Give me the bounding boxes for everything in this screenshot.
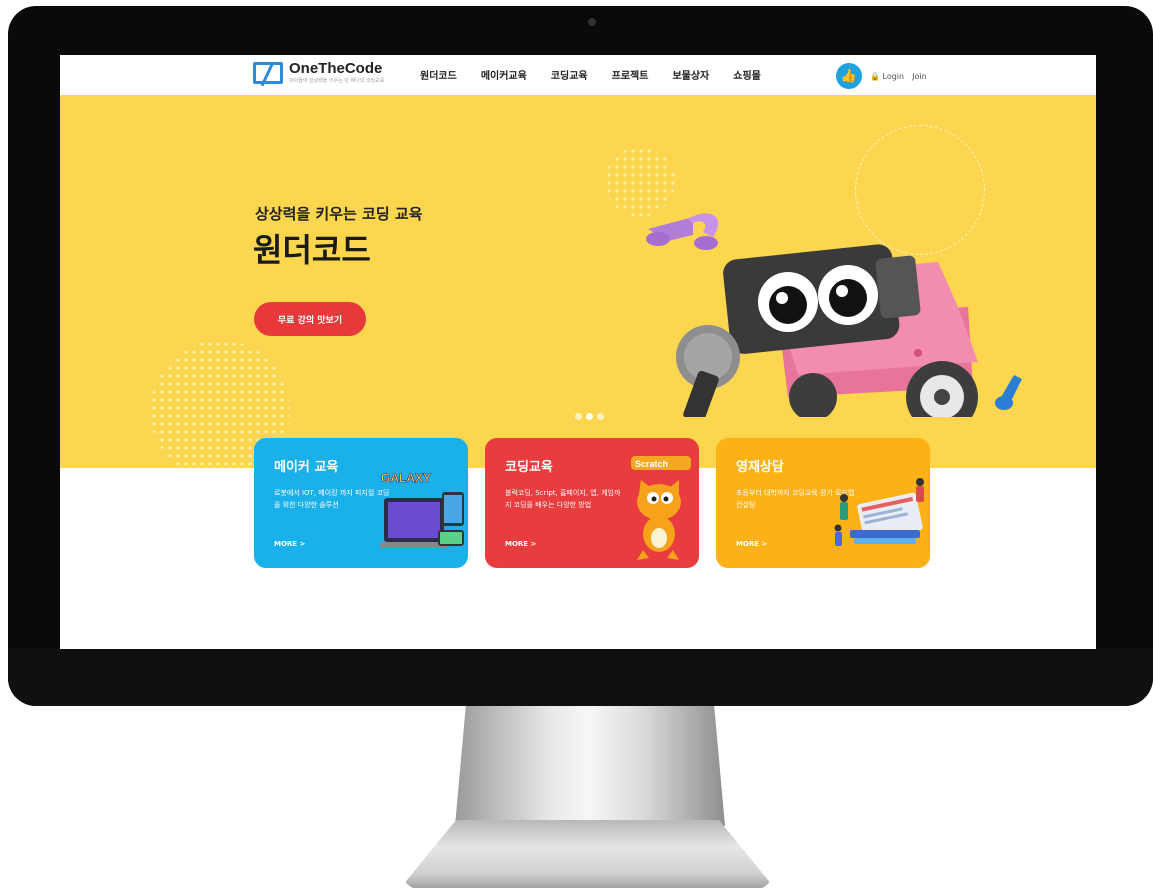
scratch-cat-illustration: Scratch xyxy=(631,456,691,560)
free-lecture-button[interactable]: 무료 강의 맛보기 xyxy=(254,302,366,336)
thumbs-up-icon[interactable]: 👍 xyxy=(836,63,862,89)
hero-banner: 상상력을 키우는 코딩 교육 원더코드 무료 강의 맛보기 xyxy=(60,95,1096,468)
slider-dot[interactable] xyxy=(597,413,604,420)
music-note-icon xyxy=(646,213,719,250)
logo-icon xyxy=(253,62,283,84)
slider-dot-active[interactable] xyxy=(586,413,593,420)
monitor-base xyxy=(405,820,770,888)
slider-dot[interactable] xyxy=(575,413,582,420)
camera-icon xyxy=(588,18,596,26)
robot-illustration xyxy=(646,213,978,417)
header-actions: 👍 🔒 Login Join xyxy=(836,63,927,89)
more-link[interactable]: MORE > xyxy=(274,540,305,548)
card-coding-education[interactable]: 코딩교육 블럭코딩, Script, 홈페이지, 앱, 게임까지 코딩을 배우는… xyxy=(485,438,699,568)
card-description: 블럭코딩, Script, 홈페이지, 앱, 게임까지 코딩을 배우는 다양한 … xyxy=(505,489,621,509)
nav-item-wondercode[interactable]: 원더코드 xyxy=(420,67,457,82)
nav-item-shop[interactable]: 쇼핑몰 xyxy=(733,67,761,82)
site-header: OneTheCode 아이들의 상상력을 키우는 단 하나의 코딩교육 원더코드… xyxy=(60,55,1096,95)
logo-text: OneTheCode xyxy=(289,60,383,77)
more-link[interactable]: MORE > xyxy=(505,540,536,548)
hero-title: 원더코드 xyxy=(253,231,371,269)
monitor-chin xyxy=(8,648,1153,706)
screen: OneTheCode 아이들의 상상력을 키우는 단 하나의 코딩교육 원더코드… xyxy=(60,55,1096,649)
hero-subtitle: 상상력을 키우는 코딩 교육 xyxy=(255,205,423,223)
monitor-stand xyxy=(455,706,725,826)
join-link[interactable]: Join xyxy=(912,72,927,81)
nav-item-treasure[interactable]: 보물상자 xyxy=(672,67,709,82)
login-label: Login xyxy=(882,71,905,81)
more-link[interactable]: MORE > xyxy=(736,540,767,548)
logo-subtitle: 아이들의 상상력을 키우는 단 하나의 코딩교육 xyxy=(289,78,385,84)
nav-item-project[interactable]: 프로젝트 xyxy=(612,67,649,82)
login-link[interactable]: 🔒 Login xyxy=(870,72,904,81)
blue-note-icon xyxy=(995,375,1022,410)
books-illustration xyxy=(834,478,924,546)
laptop-illustration: GALAXY xyxy=(380,471,464,548)
nav-item-coding[interactable]: 코딩교육 xyxy=(551,67,588,82)
main-nav: 원더코드 메이커교육 코딩교육 프로젝트 보물상자 쇼핑몰 xyxy=(420,67,785,82)
card-maker-education[interactable]: 메이커 교육 로봇에서 IOT, 메이킹 까지 피지컬 코딩을 위한 다양한 솔… xyxy=(254,438,468,568)
logo[interactable]: OneTheCode 아이들의 상상력을 키우는 단 하나의 코딩교육 xyxy=(253,61,384,85)
slider-pagination xyxy=(575,413,604,420)
galaxy-logo: GALAXY xyxy=(381,471,431,485)
card-gifted-consulting[interactable]: 영재상담 초등부터 대학까지 코딩교육 장기 로드맵 컨설팅 MORE > xyxy=(716,438,930,568)
nav-item-maker[interactable]: 메이커교육 xyxy=(481,67,527,82)
scratch-logo: Scratch xyxy=(635,459,668,469)
